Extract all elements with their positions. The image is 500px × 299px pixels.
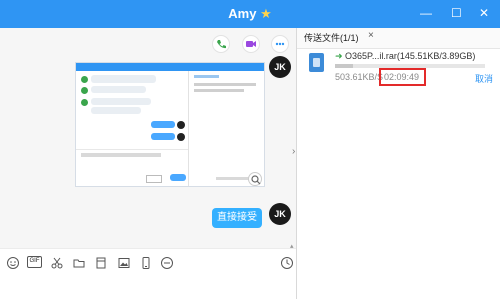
- shot-close-button: [146, 175, 162, 183]
- history-button[interactable]: [280, 256, 294, 273]
- shot-panel-line: [194, 83, 256, 86]
- transfer-arrow-icon: ➜: [335, 51, 343, 61]
- message-input[interactable]: [0, 274, 296, 299]
- folder-button[interactable]: [72, 256, 86, 273]
- clock-icon: [281, 257, 293, 269]
- folder-icon: [73, 259, 85, 268]
- more-options-button[interactable]: [271, 35, 289, 53]
- image-button[interactable]: [117, 256, 131, 273]
- shot-avatar: [81, 99, 88, 106]
- sender-avatar[interactable]: JK: [269, 56, 291, 78]
- contact-name: Amy: [228, 6, 257, 21]
- phone-device-button[interactable]: [139, 256, 153, 273]
- screenshot-button[interactable]: [50, 256, 64, 273]
- minimize-button[interactable]: —: [420, 6, 432, 20]
- shot-send-button: [170, 174, 186, 181]
- tab-close-button[interactable]: ×: [368, 30, 374, 41]
- more-icon: [275, 42, 285, 46]
- gif-button[interactable]: GIF: [27, 256, 42, 268]
- shot-bubble: [91, 107, 141, 114]
- shot-bubble: [91, 75, 156, 83]
- shot-bubble: [91, 98, 151, 105]
- shot-panel-tab: [194, 75, 219, 78]
- sent-message-bubble[interactable]: 直接接受: [212, 208, 262, 228]
- shot-bubble: [91, 86, 146, 93]
- resize-handle-icon[interactable]: ▴: [290, 242, 294, 250]
- emoji-button[interactable]: [6, 256, 20, 273]
- circle-more-icon: [161, 257, 173, 269]
- shot-avatar: [177, 133, 185, 141]
- maximize-button[interactable]: ☐: [451, 6, 462, 20]
- file-name: O365P...il.rar(145.51KB/3.89GB): [345, 51, 476, 61]
- image-icon: [118, 258, 130, 268]
- panel-divider[interactable]: [296, 28, 297, 299]
- tab-file-transfer[interactable]: 传送文件(1/1): [304, 31, 359, 44]
- sender-avatar[interactable]: JK: [269, 203, 291, 225]
- shot-toolbar: [81, 153, 161, 157]
- more-tools-button[interactable]: [160, 256, 174, 273]
- emoji-icon: [7, 257, 19, 269]
- progress-fill: [335, 64, 353, 68]
- close-button[interactable]: ✕: [479, 6, 489, 20]
- transfer-speed: 503.61KB/S: [335, 72, 384, 82]
- shot-avatar: [81, 87, 88, 94]
- zoom-icon[interactable]: [248, 172, 262, 186]
- file-button[interactable]: [94, 256, 108, 273]
- mobile-icon: [142, 257, 150, 269]
- video-icon: [246, 41, 256, 47]
- time-remaining: 02:09:49: [384, 72, 420, 82]
- voice-call-button[interactable]: [212, 35, 230, 53]
- shot-titlebar: [76, 63, 264, 71]
- magnifier-icon: [251, 175, 261, 185]
- star-icon: ★: [260, 6, 272, 21]
- screenshot-image[interactable]: [75, 62, 265, 187]
- shot-avatar: [177, 121, 185, 129]
- shot-toolbar-line: [76, 149, 188, 150]
- shot-panel-line: [216, 177, 250, 180]
- phone-icon: [217, 40, 226, 49]
- shot-panel-line: [194, 89, 244, 92]
- gif-icon: GIF: [29, 258, 40, 264]
- scissors-icon: [51, 257, 63, 269]
- shot-avatar: [81, 76, 88, 83]
- shot-bubble: [151, 121, 175, 128]
- shot-bubble: [151, 133, 175, 140]
- file-icon: [96, 257, 106, 269]
- chevron-right-icon[interactable]: ›: [292, 146, 295, 157]
- video-call-button[interactable]: [242, 35, 260, 53]
- shot-divider: [188, 71, 189, 186]
- archive-file-icon: [309, 53, 324, 72]
- cancel-transfer-link[interactable]: 取消: [475, 72, 493, 85]
